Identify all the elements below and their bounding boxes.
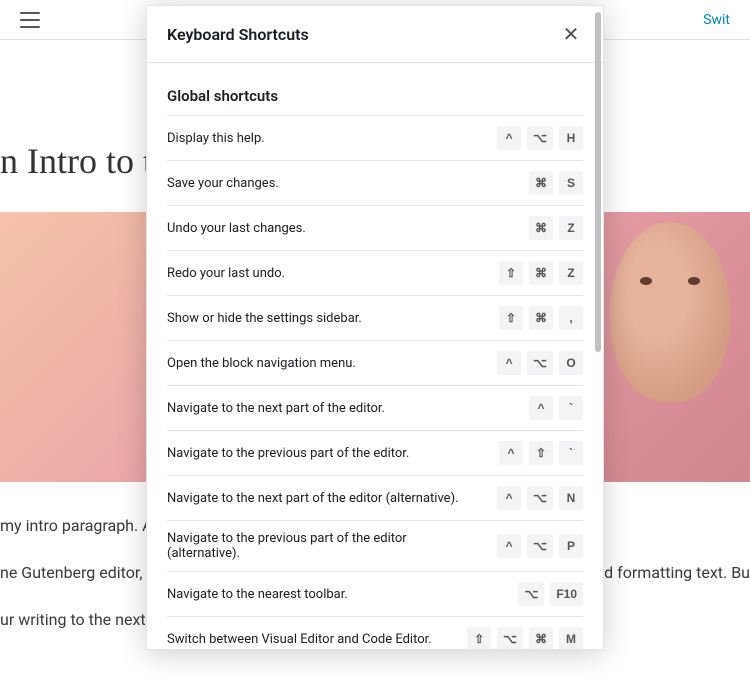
shortcut-keys: ⌘S (529, 171, 583, 195)
shortcut-row: Navigate to the previous part of the edi… (167, 430, 583, 475)
shortcut-description: Navigate to the previous part of the edi… (167, 446, 499, 461)
shortcut-row: Show or hide the settings sidebar.⇧⌘, (167, 295, 583, 340)
shortcut-description: Open the block navigation menu. (167, 356, 497, 371)
key: Z (559, 216, 583, 240)
modal-header: Keyboard Shortcuts ✕ (147, 6, 603, 63)
section-title: Global shortcuts (167, 63, 583, 115)
shortcut-description: Navigate to the nearest toolbar. (167, 587, 518, 602)
key: F10 (550, 582, 583, 606)
shortcut-keys: ⌥F10 (518, 582, 583, 606)
key: ⇧ (529, 441, 553, 465)
key: ⇧ (467, 627, 491, 649)
shortcut-row: Navigate to the next part of the editor.… (167, 385, 583, 430)
modal-title: Keyboard Shortcuts (167, 25, 309, 44)
shortcut-row: Undo your last changes.⌘Z (167, 205, 583, 250)
shortcut-keys: ⇧⌘, (499, 306, 583, 330)
key: ^ (497, 534, 521, 558)
close-icon: ✕ (563, 22, 580, 47)
shortcut-description: Navigate to the next part of the editor … (167, 491, 497, 506)
shortcut-row: Switch between Visual Editor and Code Ed… (167, 616, 583, 649)
key: ^ (497, 351, 521, 375)
shortcut-row: Navigate to the next part of the editor … (167, 475, 583, 520)
shortcut-row: Save your changes.⌘S (167, 160, 583, 205)
shortcut-row: Navigate to the nearest toolbar.⌥F10 (167, 571, 583, 616)
shortcut-description: Show or hide the settings sidebar. (167, 311, 499, 326)
key: ⌥ (527, 126, 553, 150)
key: P (559, 534, 583, 558)
shortcut-keys: ^` (529, 396, 583, 420)
key: ⌘ (529, 261, 553, 285)
key: ⌥ (518, 582, 544, 606)
key: ⌘ (529, 306, 553, 330)
shortcut-keys: ⇧ ⌥ ⌘ M (467, 627, 583, 649)
shortcut-keys: ^⌥N (497, 486, 583, 510)
shortcut-keys: ⌘Z (529, 216, 583, 240)
key: ^ (497, 126, 521, 150)
key: H (559, 126, 583, 150)
shortcut-description: Display this help. (167, 131, 497, 146)
shortcut-description: Switch between Visual Editor and Code Ed… (167, 632, 467, 647)
key: ⇧ (499, 261, 523, 285)
key: ⌥ (527, 486, 553, 510)
shortcut-keys: ⇧⌘Z (499, 261, 583, 285)
key: ` (559, 396, 583, 420)
shortcut-row: Display this help.^⌥H (167, 115, 583, 160)
shortcut-keys: ^⌥O (497, 351, 583, 375)
key: ⌘ (529, 627, 553, 649)
key: ⌥ (497, 627, 523, 649)
key: ⌥ (527, 351, 553, 375)
key: , (559, 306, 583, 330)
key: ^ (529, 396, 553, 420)
key: O (559, 351, 583, 375)
shortcut-row: Redo your last undo.⇧⌘Z (167, 250, 583, 295)
key: ⌥ (527, 534, 553, 558)
shortcut-row: Navigate to the previous part of the edi… (167, 520, 583, 571)
key: ⌘ (529, 216, 553, 240)
key: ^ (497, 486, 521, 510)
modal-body[interactable]: Global shortcutsDisplay this help.^⌥HSav… (147, 63, 603, 649)
key: S (559, 171, 583, 195)
key: ^ (499, 441, 523, 465)
shortcut-keys: ^⌥P (497, 534, 583, 558)
shortcut-description: Navigate to the previous part of the edi… (167, 531, 497, 561)
close-button[interactable]: ✕ (559, 22, 583, 46)
shortcut-description: Undo your last changes. (167, 221, 529, 236)
shortcut-keys: ^⇧` (499, 441, 583, 465)
shortcut-description: Redo your last undo. (167, 266, 499, 281)
shortcut-description: Save your changes. (167, 176, 529, 191)
shortcut-description: Navigate to the next part of the editor. (167, 401, 529, 416)
key: ` (559, 441, 583, 465)
key: M (559, 627, 583, 649)
keyboard-shortcuts-modal: Keyboard Shortcuts ✕ Global shortcutsDis… (146, 5, 604, 650)
scrollbar[interactable] (595, 12, 601, 352)
key: Z (559, 261, 583, 285)
shortcut-row: Open the block navigation menu.^⌥O (167, 340, 583, 385)
key: ⌘ (529, 171, 553, 195)
modal-backdrop: Keyboard Shortcuts ✕ Global shortcutsDis… (0, 0, 750, 659)
shortcut-keys: ^⌥H (497, 126, 583, 150)
key: ⇧ (499, 306, 523, 330)
key: N (559, 486, 583, 510)
